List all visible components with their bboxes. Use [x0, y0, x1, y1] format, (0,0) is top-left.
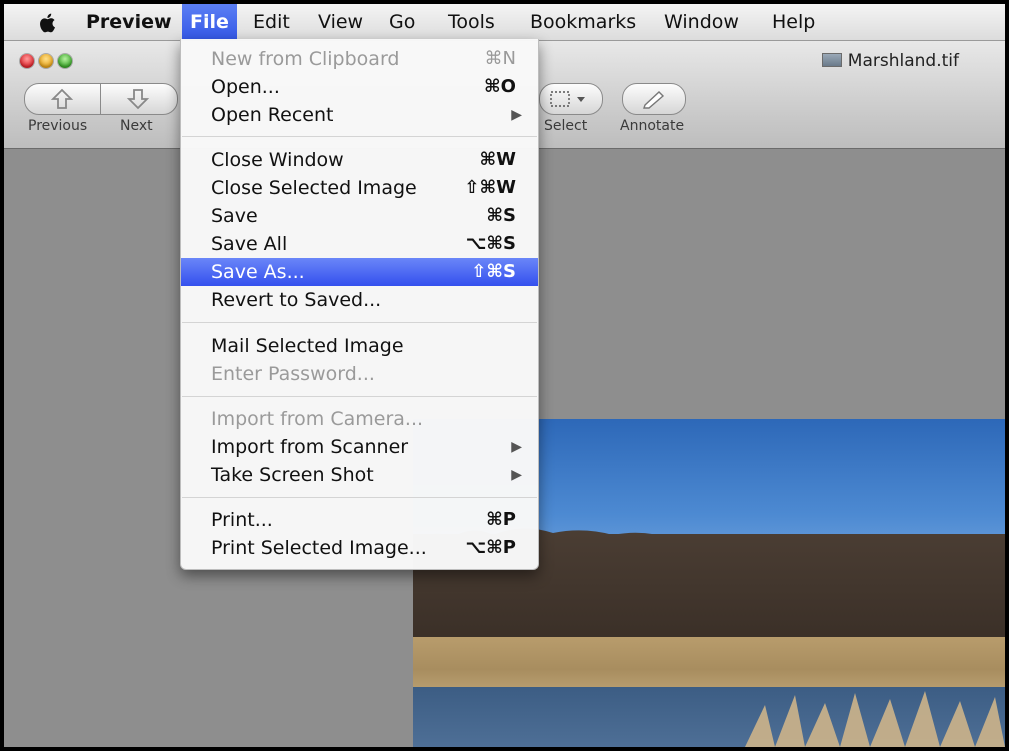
menu-item-new-from-clipboard: New from Clipboard ⌘N: [211, 48, 516, 70]
window-title: Marshland.tif: [821, 47, 959, 75]
menu-help[interactable]: Help: [764, 4, 823, 40]
next-label: Next: [120, 118, 153, 134]
menu-separator: [182, 322, 537, 323]
segment-divider: [100, 83, 101, 115]
menu-item-close-window[interactable]: Close Window ⌘W: [181, 146, 538, 174]
menu-preview[interactable]: Preview: [78, 4, 180, 40]
menu-item-save-as[interactable]: Save As... ⇧⌘S: [181, 258, 538, 286]
select-label: Select: [544, 118, 588, 134]
submenu-arrow-icon: ▶: [511, 107, 522, 123]
menu-item-close-selected-image[interactable]: Close Selected Image ⇧⌘W: [181, 174, 538, 202]
submenu-arrow-icon: ▶: [511, 439, 522, 455]
zoom-window-button[interactable]: [58, 54, 72, 68]
menu-item-revert-to-saved[interactable]: Revert to Saved...: [181, 286, 538, 314]
menu-item-mail-selected-image[interactable]: Mail Selected Image: [181, 332, 538, 360]
menu-bookmarks[interactable]: Bookmarks: [522, 4, 644, 40]
menu-item-save-all[interactable]: Save All ⌥⌘S: [181, 230, 538, 258]
menu-item-print[interactable]: Print... ⌘P: [181, 506, 538, 534]
menu-separator: [182, 136, 537, 137]
down-arrow-icon[interactable]: [126, 88, 150, 110]
previous-label: Previous: [28, 118, 88, 134]
menu-tools[interactable]: Tools: [440, 4, 503, 40]
minimize-window-button[interactable]: [39, 54, 53, 68]
previous-next-control: [24, 83, 178, 115]
menu-item-open-recent[interactable]: Open Recent ▶: [181, 101, 538, 129]
window-title-text: Marshland.tif: [847, 51, 959, 71]
menu-separator: [182, 497, 537, 498]
annotate-label: Annotate: [620, 118, 685, 134]
menu-item-import-from-camera: Import from Camera...: [211, 408, 424, 430]
menu-view[interactable]: View: [310, 4, 371, 40]
menu-file[interactable]: File: [182, 4, 237, 40]
close-window-button[interactable]: [20, 54, 34, 68]
menu-separator: [182, 396, 537, 397]
photo-foreground-reeds: [745, 691, 1005, 747]
file-menu-dropdown: New from Clipboard ⌘N Open... ⌘O Open Re…: [180, 39, 539, 570]
pencil-icon: [643, 91, 665, 109]
menu-item-take-screen-shot[interactable]: Take Screen Shot ▶: [181, 461, 538, 489]
menu-item-enter-password: Enter Password...: [211, 363, 375, 385]
image-file-icon: [821, 53, 842, 67]
menu-bar: Preview File Edit View Go Tools Bookmark…: [4, 4, 1005, 41]
up-arrow-icon[interactable]: [50, 88, 74, 110]
menu-go[interactable]: Go: [381, 4, 423, 40]
menu-window[interactable]: Window: [656, 4, 747, 40]
screenshot-frame: Preview File Edit View Go Tools Bookmark…: [0, 0, 1009, 751]
menu-item-open[interactable]: Open... ⌘O: [181, 73, 538, 101]
menu-item-print-selected-image[interactable]: Print Selected Image... ⌥⌘P: [181, 534, 538, 562]
apple-icon[interactable]: [38, 12, 58, 34]
menu-edit[interactable]: Edit: [245, 4, 298, 40]
submenu-arrow-icon: ▶: [511, 467, 522, 483]
menu-item-save[interactable]: Save ⌘S: [181, 202, 538, 230]
menu-item-import-from-scanner[interactable]: Import from Scanner ▶: [181, 433, 538, 461]
select-marquee-icon: [550, 91, 585, 107]
